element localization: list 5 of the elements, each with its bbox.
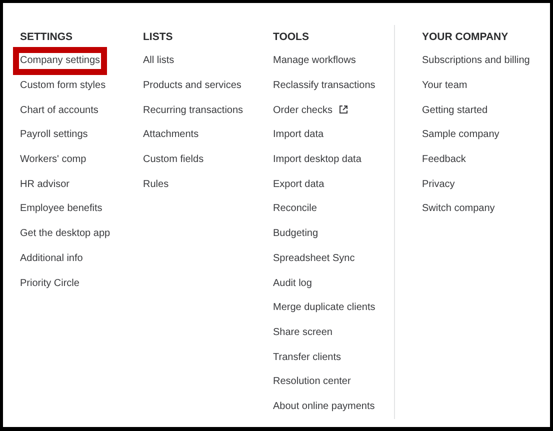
menu-link[interactable]: Company settings [13, 47, 108, 76]
column-heading: YOUR COMPANY [422, 30, 510, 45]
column-heading: SETTINGS [20, 30, 74, 45]
column-heading: TOOLS [273, 30, 310, 45]
column-heading: LISTS [143, 30, 174, 45]
